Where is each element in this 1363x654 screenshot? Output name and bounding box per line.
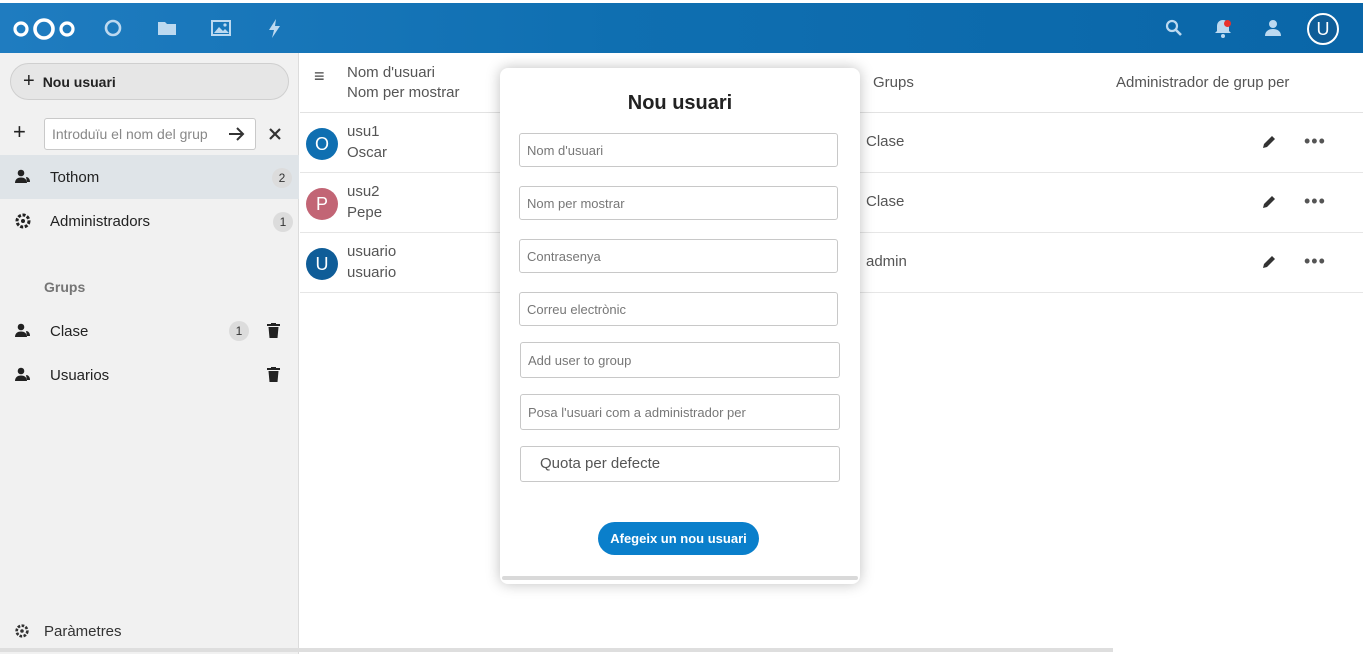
notification-badge [1224, 20, 1231, 27]
sidebar-item-label: Tothom [50, 168, 100, 186]
dialog-scrollbar [502, 576, 858, 580]
add-group-row: + Introduïu el nom del grup [0, 113, 299, 153]
more-icon[interactable]: ••• [1304, 251, 1326, 272]
displayname-field[interactable]: Nom per mostrar [519, 186, 838, 220]
settings-button[interactable]: Paràmetres [0, 619, 299, 645]
edit-icon[interactable] [1261, 134, 1277, 150]
sidebar-item-usuarios[interactable]: Usuarios [0, 353, 299, 397]
count-badge: 2 [272, 168, 292, 188]
confirm-arrow-icon[interactable] [228, 126, 246, 142]
trash-icon[interactable] [267, 367, 280, 382]
users-icon [15, 367, 30, 381]
col-subadmin: Administrador de grup per [1116, 74, 1290, 91]
count-badge: 1 [229, 321, 249, 341]
displayname: Pepe [347, 204, 383, 221]
new-user-label: Nou usuari [42, 73, 116, 90]
groups-caption: Grups [44, 279, 86, 295]
users-icon [15, 169, 30, 183]
edit-icon[interactable] [1261, 254, 1277, 270]
groups-select[interactable]: Add user to group [520, 342, 840, 378]
displayname: Oscar [347, 144, 388, 161]
more-icon[interactable]: ••• [1304, 131, 1326, 152]
username: usu2 [347, 183, 380, 200]
avatar: P [306, 188, 338, 220]
new-user-dialog: Nou usuari Nom d'usuari Nom per mostrar … [500, 68, 860, 584]
sidebar-item-label: Clase [50, 322, 89, 340]
sidebar-item-label: Administradors [50, 212, 151, 230]
horizontal-scrollbar[interactable] [0, 648, 1113, 652]
user-groups: Clase [866, 193, 905, 210]
avatar: U [306, 248, 338, 280]
email-field[interactable]: Correu electrònic [519, 292, 838, 326]
photos-icon[interactable] [210, 17, 232, 39]
col-displayname: Nom per mostrar [347, 84, 460, 101]
gear-icon [15, 624, 29, 638]
column-menu-icon[interactable]: ≡ [314, 66, 325, 87]
trash-icon[interactable] [267, 323, 280, 338]
count-badge: 1 [273, 212, 293, 232]
settings-label: Paràmetres [44, 623, 122, 640]
search-icon[interactable] [1163, 17, 1185, 39]
quota-select[interactable]: Quota per defecte [520, 446, 840, 482]
col-groups: Grups [873, 74, 914, 91]
avatar: O [306, 128, 338, 160]
contacts-icon[interactable] [1262, 17, 1284, 39]
new-user-button[interactable]: + Nou usuari [10, 63, 289, 100]
gear-icon [15, 213, 31, 229]
sidebar-item-clase[interactable]: Clase 1 [0, 309, 299, 353]
sidebar: + Nou usuari + Introduïu el nom del grup… [0, 53, 299, 654]
dashboard-icon[interactable] [102, 17, 124, 39]
group-name-input[interactable]: Introduïu el nom del grup [44, 118, 256, 150]
files-icon[interactable] [156, 17, 178, 39]
subadmin-select[interactable]: Posa l'usuari com a administrador per [520, 394, 840, 430]
users-icon [15, 323, 30, 337]
user-groups: admin [866, 253, 907, 270]
password-field[interactable]: Contrasenya [519, 239, 838, 273]
top-bar: U [0, 3, 1363, 53]
dialog-title: Nou usuari [627, 92, 733, 114]
add-group-plus-icon[interactable]: + [13, 119, 26, 145]
user-avatar[interactable]: U [1307, 13, 1339, 45]
plus-icon: + [23, 70, 35, 92]
notifications-icon[interactable] [1212, 17, 1234, 39]
add-user-button[interactable]: Afegeix un nou usuari [598, 522, 759, 555]
edit-icon[interactable] [1261, 194, 1277, 210]
displayname: usuario [347, 264, 397, 281]
more-icon[interactable]: ••• [1304, 191, 1326, 212]
nextcloud-logo-icon[interactable] [12, 17, 76, 41]
col-username: Nom d'usuari [347, 64, 435, 81]
close-icon[interactable] [268, 127, 282, 141]
sidebar-item-everyone[interactable]: Tothom 2 [0, 155, 299, 199]
sidebar-item-label: Usuarios [50, 366, 110, 384]
sidebar-item-admins[interactable]: Administradors 1 [0, 199, 299, 243]
username-field[interactable]: Nom d'usuari [519, 133, 838, 167]
activity-icon[interactable] [264, 17, 286, 39]
username: usu1 [347, 123, 380, 140]
user-groups: Clase [866, 133, 905, 150]
username: usuario [347, 243, 397, 260]
